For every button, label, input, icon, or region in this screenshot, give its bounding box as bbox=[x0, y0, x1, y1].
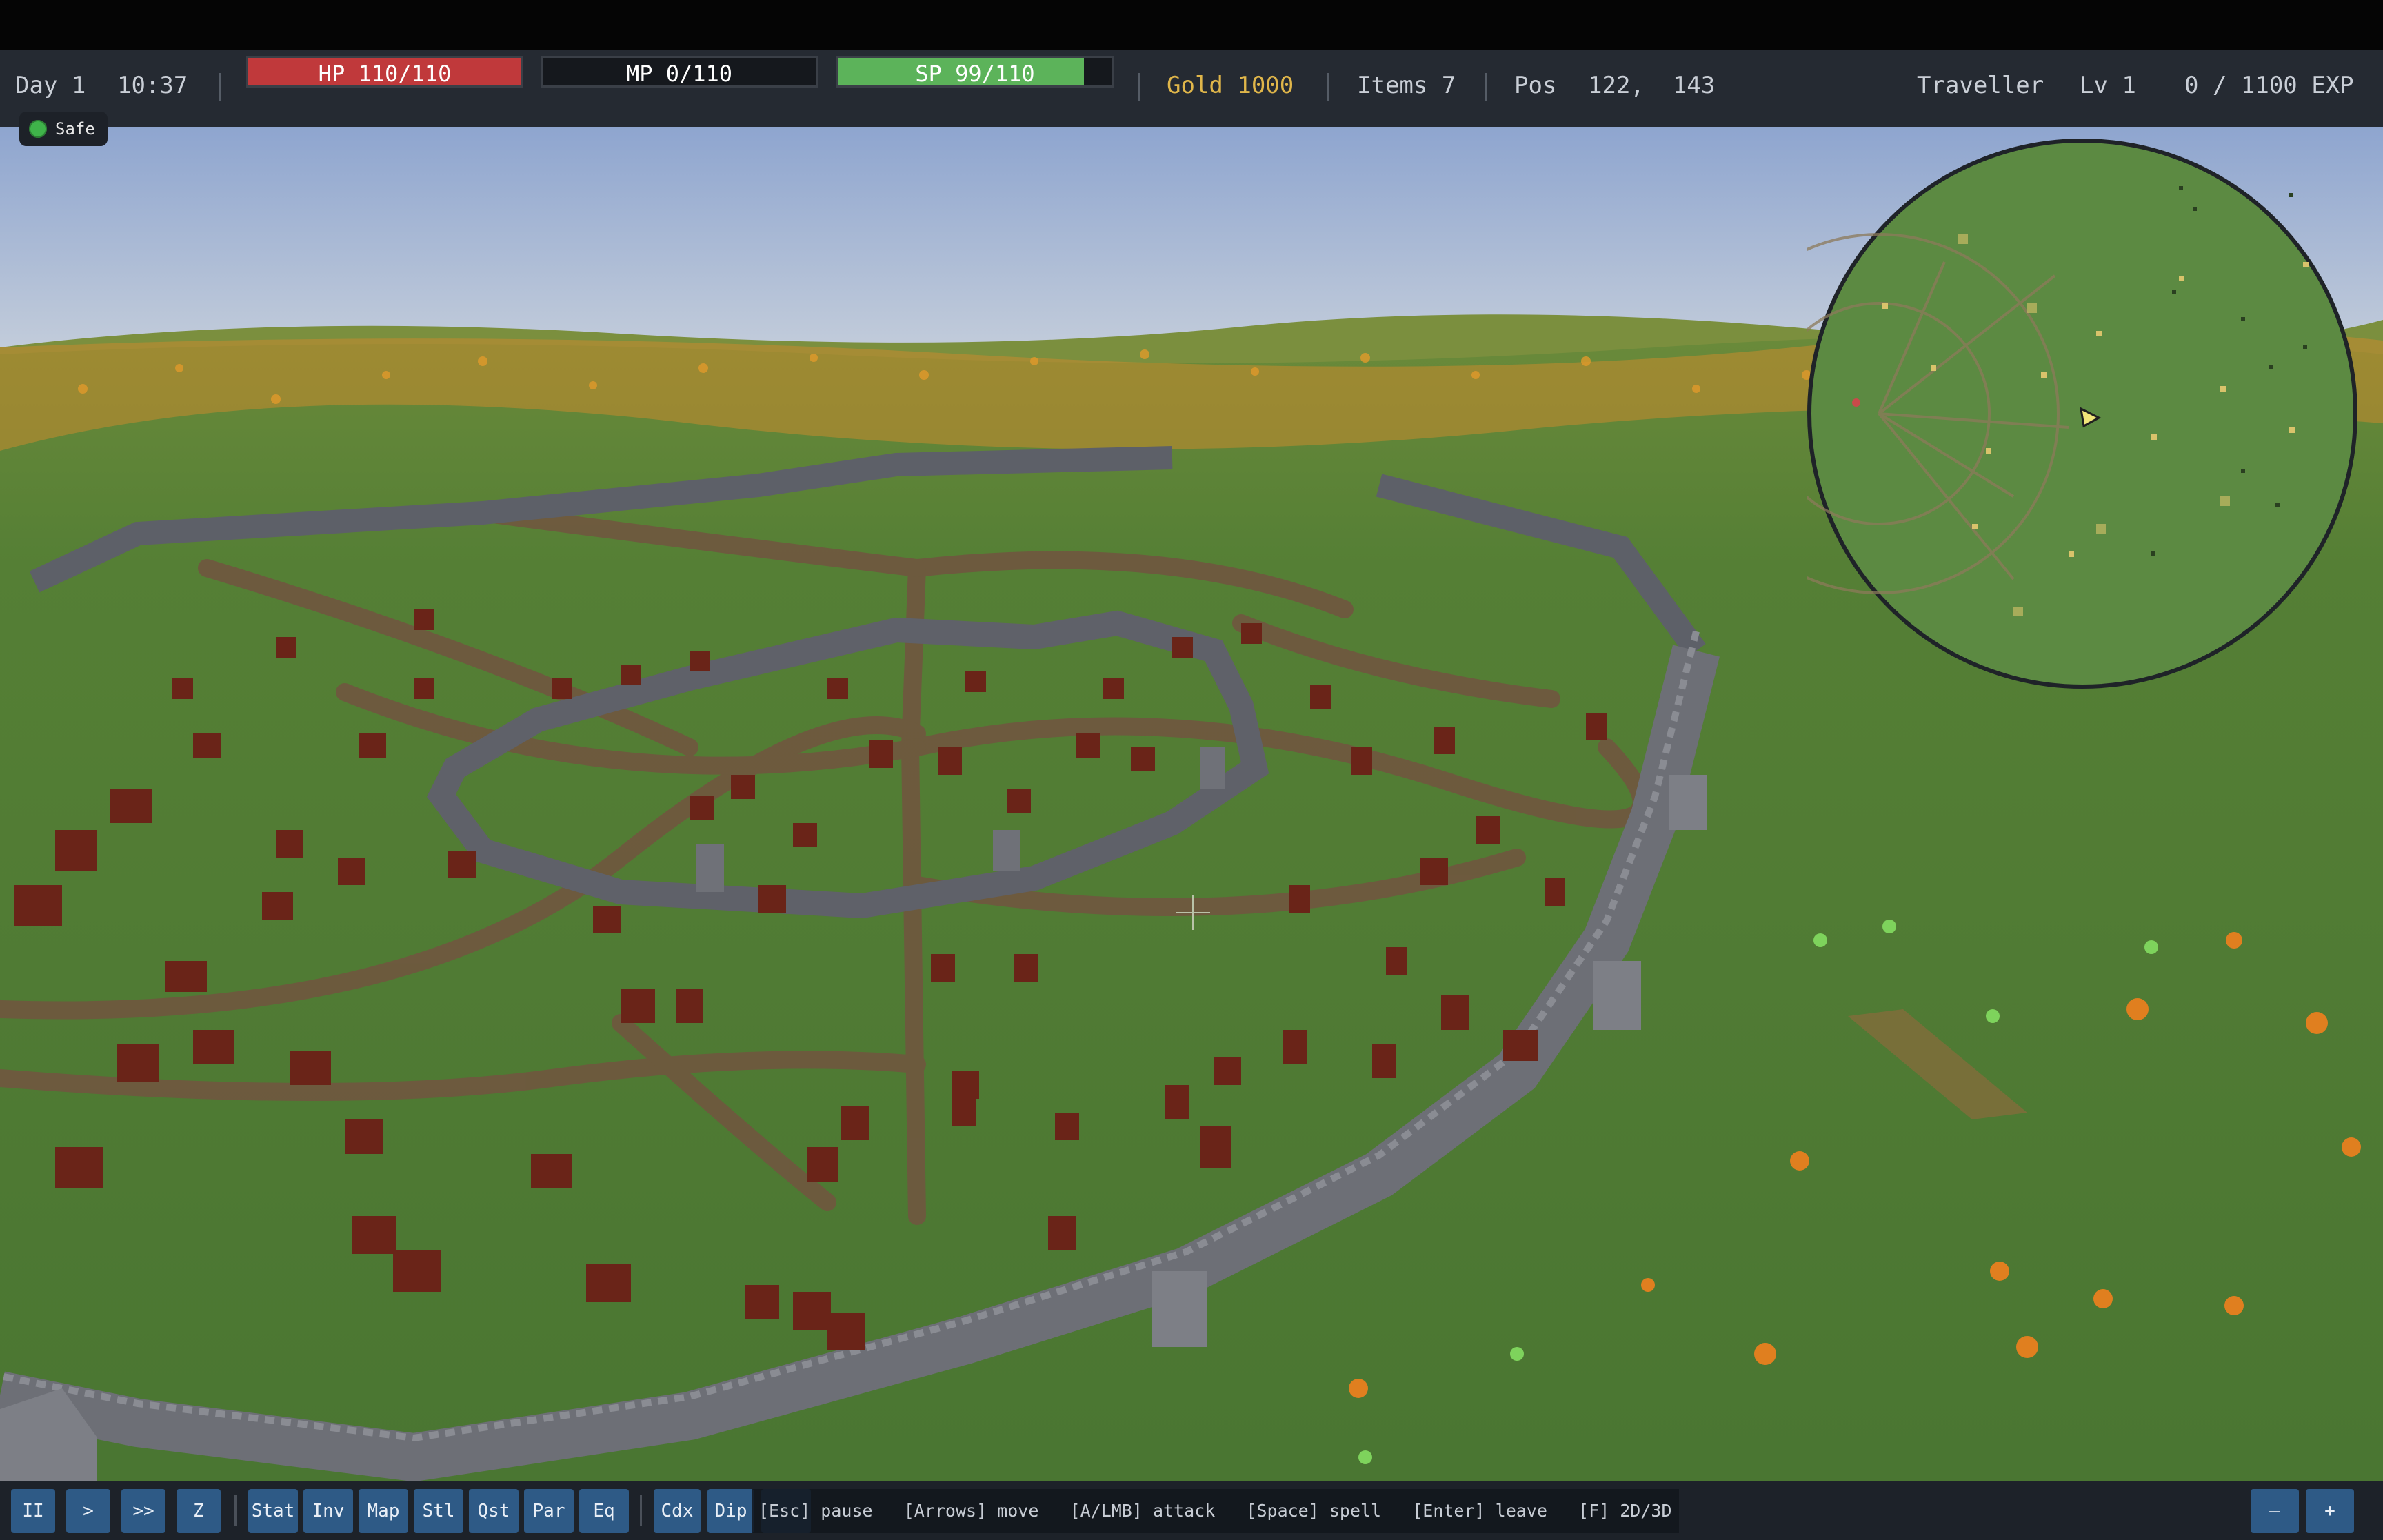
hp-bar: HP 110/110 bbox=[246, 56, 523, 88]
inner-wall-tower bbox=[696, 844, 724, 892]
class-label: Traveller bbox=[1917, 72, 2044, 99]
divider bbox=[219, 73, 221, 101]
divider bbox=[234, 1495, 237, 1526]
diplomacy-button[interactable]: Dip bbox=[707, 1489, 754, 1533]
wall-tower bbox=[1669, 775, 1707, 830]
divider bbox=[1485, 73, 1487, 101]
wall-tower bbox=[1593, 961, 1641, 1030]
zoom-out-button[interactable]: – bbox=[2251, 1489, 2299, 1533]
safe-status-icon bbox=[29, 120, 47, 138]
divider bbox=[640, 1495, 642, 1526]
fast-forward-button[interactable]: >> bbox=[121, 1489, 165, 1533]
skill-button[interactable]: Stl bbox=[414, 1489, 463, 1533]
exp-label: 0 / 1100 EXP bbox=[2184, 72, 2354, 99]
items-label: Items 7 bbox=[1357, 72, 1456, 99]
inner-wall-tower bbox=[993, 830, 1020, 871]
letterbox-top bbox=[0, 0, 2383, 50]
sleep-button[interactable]: Z bbox=[177, 1489, 221, 1533]
bottom-hud: II > >> Z Stat Inv Map Stl Qst Par Eq Cd… bbox=[0, 1481, 2383, 1540]
party-button[interactable]: Par bbox=[524, 1489, 574, 1533]
stat-button[interactable]: Stat bbox=[248, 1489, 298, 1533]
divider bbox=[1138, 73, 1140, 101]
day-label: Day 1 bbox=[15, 72, 86, 99]
hp-bar-label: HP 110/110 bbox=[318, 61, 452, 87]
equipment-button[interactable]: Eq bbox=[579, 1489, 629, 1533]
time-label: 10:37 bbox=[117, 72, 188, 99]
position-readout: 122, 143 bbox=[1588, 72, 1716, 99]
level-label: Lv 1 bbox=[2080, 72, 2136, 99]
safe-status-badge: Safe bbox=[19, 112, 108, 146]
sp-bar-label: SP 99/110 bbox=[915, 61, 1035, 87]
inventory-button[interactable]: Inv bbox=[303, 1489, 353, 1533]
sp-bar: SP 99/110 bbox=[836, 56, 1114, 88]
crosshair bbox=[1176, 895, 1210, 930]
gold-label: Gold 1000 bbox=[1167, 72, 1294, 99]
minimap-canvas bbox=[1698, 139, 2357, 689]
minimap[interactable] bbox=[1698, 138, 2358, 689]
codex-button[interactable]: Cdx bbox=[654, 1489, 701, 1533]
top-hud: Day 1 10:37 HP 110/110 MP 0/110 SP 99/11… bbox=[0, 50, 2383, 127]
play-button[interactable]: > bbox=[66, 1489, 110, 1533]
mp-bar-label: MP 0/110 bbox=[625, 61, 733, 87]
pos-caption: Pos bbox=[1514, 72, 1557, 99]
wall-tower bbox=[1152, 1271, 1207, 1347]
mp-bar: MP 0/110 bbox=[541, 56, 818, 88]
key-hints: [Esc] pause [Arrows] move [A/LMB] attack… bbox=[752, 1489, 1679, 1533]
quest-button[interactable]: Qst bbox=[469, 1489, 519, 1533]
zoom-in-button[interactable]: + bbox=[2306, 1489, 2354, 1533]
pause-button[interactable]: II bbox=[11, 1489, 55, 1533]
map-button[interactable]: Map bbox=[359, 1489, 408, 1533]
inner-wall-tower bbox=[1200, 747, 1225, 789]
safe-status-label: Safe bbox=[55, 119, 95, 139]
divider bbox=[1327, 73, 1329, 101]
